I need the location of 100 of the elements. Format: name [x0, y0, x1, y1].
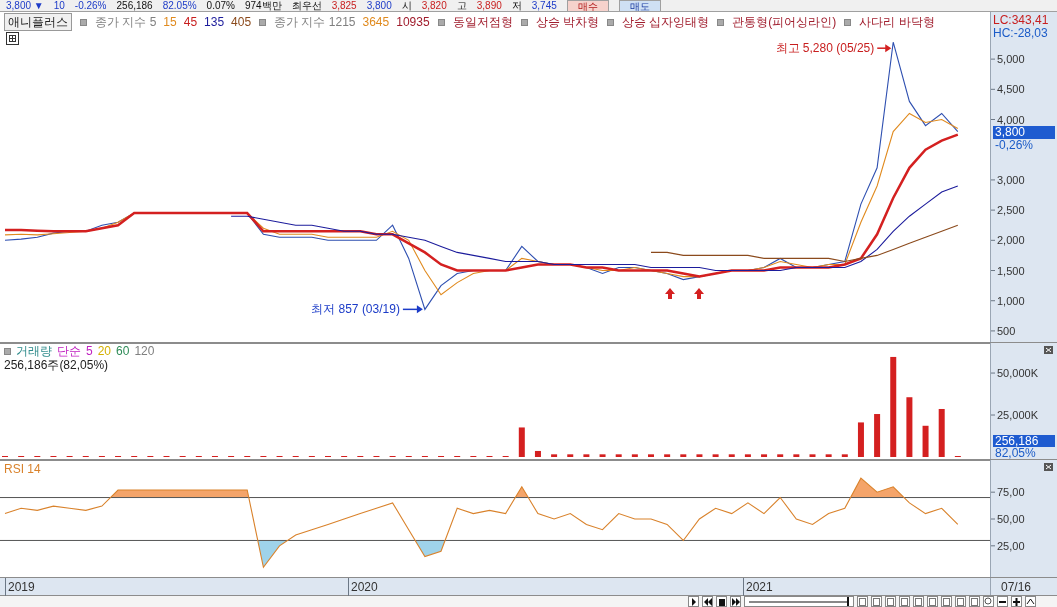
- axis-label: 50,000K: [997, 367, 1038, 380]
- play-icon[interactable]: [688, 596, 699, 607]
- quote-value: -0.26%: [74, 0, 107, 11]
- legend-square-icon: [520, 18, 528, 26]
- volume-bar: [680, 454, 687, 457]
- rsi-title: RSI 14: [4, 462, 41, 476]
- axis-label: 2,500: [997, 204, 1025, 217]
- axis-label: 4,000: [997, 113, 1025, 126]
- axis-label: 2,000: [997, 234, 1025, 247]
- legend-label: 사다리 바닥형: [859, 14, 935, 30]
- volume-summary: 256,186주(82,05%): [4, 358, 109, 372]
- plus-icon[interactable]: [1011, 596, 1022, 607]
- quote-value: 10: [53, 0, 65, 11]
- rewind-icon[interactable]: [702, 596, 713, 607]
- volume-bar: [567, 454, 574, 457]
- quote-value: 시: [401, 0, 412, 11]
- volume-bar: [615, 454, 622, 457]
- volume-bar: [857, 422, 864, 457]
- close-icon[interactable]: [1044, 463, 1053, 471]
- volume-bar: [599, 454, 606, 457]
- quote-value: 82.05%: [162, 0, 197, 11]
- axis-label: 25,00: [997, 539, 1025, 552]
- legend-label: 5: [86, 344, 93, 358]
- legend-label: 종가 지수 5: [95, 14, 157, 30]
- current-volume-badge: 256,186: [993, 435, 1055, 447]
- legend-label: 135: [204, 14, 225, 30]
- quote-value: 3,745: [531, 0, 557, 11]
- signal-arrow-icon: [694, 288, 704, 299]
- stock-name-button[interactable]: 애니플러스: [4, 13, 72, 31]
- volume-bar: [793, 454, 800, 457]
- axis-label: 50,00: [997, 513, 1025, 525]
- axis-label: 5,000: [997, 53, 1025, 66]
- volume-bar: [922, 425, 929, 457]
- legend-square-icon: [4, 347, 11, 355]
- caret-icon[interactable]: [1025, 596, 1036, 607]
- high-marker-arrow: [876, 44, 892, 53]
- price-change-label: -0,26%: [995, 138, 1034, 151]
- legend-label: 405: [231, 14, 252, 30]
- hc-value: HC:-28,03: [993, 27, 1048, 40]
- volume-bar: [712, 454, 719, 457]
- legend-label: 거래량: [16, 344, 52, 358]
- quote-value: 974백만: [244, 0, 282, 11]
- legend-square-icon: [844, 18, 852, 26]
- legend-label: 120: [134, 344, 155, 358]
- close-icon[interactable]: [1044, 346, 1053, 354]
- buy-button[interactable]: 매수: [566, 0, 609, 11]
- page-icon[interactable]: [871, 596, 882, 607]
- legend-label: 60: [116, 344, 130, 358]
- axis-label: 1,500: [997, 264, 1025, 277]
- legend-square-icon: [80, 18, 87, 26]
- volume-bar: [728, 454, 735, 457]
- quote-value: 0.07%: [206, 0, 235, 11]
- volume-ratio-label: 82,05%: [995, 447, 1036, 459]
- quote-value: 256,186: [116, 0, 153, 11]
- quote-value: 최우선: [291, 0, 322, 11]
- legend-label: 45: [183, 14, 198, 30]
- legend-label: 3645: [362, 14, 390, 30]
- axis-label: 3,000: [997, 173, 1025, 186]
- sell-button[interactable]: 매도: [618, 0, 661, 11]
- volume-bar: [777, 454, 784, 457]
- volume-bar: [841, 454, 848, 457]
- lc-value: LC:343,41: [993, 14, 1049, 27]
- volume-bar: [664, 454, 671, 457]
- volume-bar: [809, 454, 816, 457]
- legend-label: 10935: [396, 14, 430, 30]
- volume-bar: [744, 454, 751, 457]
- page-icon[interactable]: [857, 596, 868, 607]
- legend-label: 동일저점형: [452, 14, 513, 30]
- volume-bar: [761, 454, 768, 457]
- low-price-label: 최저 857 (03/19): [311, 302, 400, 317]
- grid-icon[interactable]: [6, 32, 19, 45]
- quote-value: 3,800: [366, 0, 392, 11]
- legend-label: 상승 십자잉태형: [621, 14, 710, 30]
- legend-label: 관통형(피어싱라인): [732, 14, 837, 30]
- volume-bar: [551, 454, 558, 457]
- fast-forward-icon[interactable]: [730, 596, 741, 607]
- current-price-badge: 3,800: [993, 125, 1055, 139]
- axis-label: 1,000: [997, 294, 1025, 307]
- legend-label: 15: [163, 14, 177, 30]
- quote-value: 저: [511, 0, 522, 11]
- high-price-label: 최고 5,280 (05/25): [775, 41, 875, 56]
- search-icon[interactable]: [983, 596, 994, 607]
- quote-value: 3,890: [476, 0, 502, 11]
- legend-label: 종가 지수 1215: [274, 14, 356, 30]
- low-marker-arrow: [402, 305, 423, 314]
- axis-label: 25,000K: [997, 409, 1038, 422]
- legend-label: 단순: [57, 344, 81, 358]
- minus-icon[interactable]: [997, 596, 1008, 607]
- volume-bar: [938, 409, 945, 457]
- legend-square-icon: [259, 18, 267, 26]
- quote-value: 3,820: [421, 0, 447, 11]
- signal-arrow-icon: [665, 288, 675, 299]
- volume-bar: [518, 427, 525, 457]
- legend-square-icon: [606, 18, 614, 26]
- volume-bar: [583, 454, 590, 457]
- legend-label: 상승 박차형: [535, 14, 599, 30]
- quote-value: 3,825: [331, 0, 357, 11]
- stop-icon[interactable]: [716, 596, 727, 607]
- legend-square-icon: [437, 18, 445, 26]
- date-label: 07/16: [1001, 578, 1032, 596]
